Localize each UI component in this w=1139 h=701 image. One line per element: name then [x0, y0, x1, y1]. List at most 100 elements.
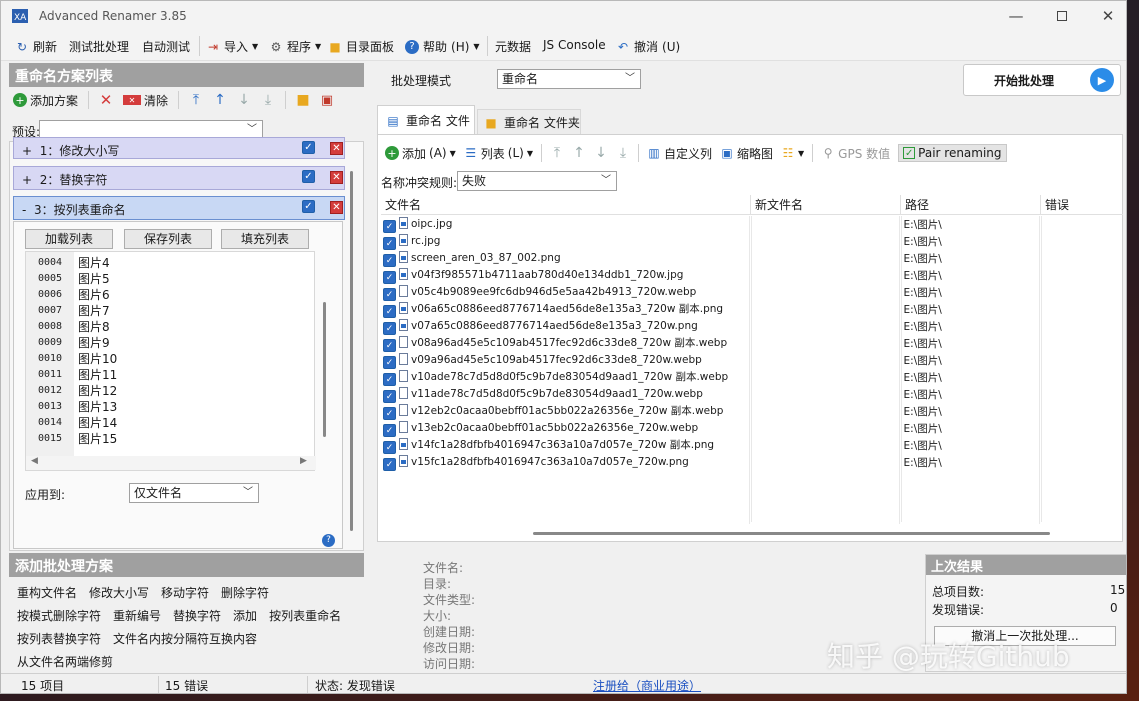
row-checkbox[interactable]: ✓: [383, 236, 396, 250]
delete-method-icon[interactable]: ✕: [99, 91, 113, 109]
column-header-newname[interactable]: 新文件名: [751, 195, 901, 215]
list-item[interactable]: 0010 图片10: [26, 350, 306, 366]
column-header-path[interactable]: 路径: [901, 195, 1041, 215]
list-item[interactable]: 0011 图片11: [26, 366, 306, 382]
method-remove-icon[interactable]: ✕: [330, 201, 343, 214]
maximize-button[interactable]: [1039, 1, 1085, 31]
program-menu[interactable]: ⚙ 程序 ▼: [269, 38, 322, 55]
horizontal-scrollbar[interactable]: ◀ ▶: [26, 456, 316, 470]
table-row[interactable]: ✓ v14fc1a28dfbfb4016947c363a10a7d057e_720…: [381, 437, 1123, 454]
help-icon[interactable]: ?: [322, 534, 335, 547]
add-method-link[interactable]: 重构文件名: [17, 584, 77, 601]
tab-rename-files[interactable]: ▤ 重命名 文件: [377, 105, 475, 135]
table-row[interactable]: ✓ oipc.jpg E:\图片\: [381, 216, 1123, 233]
table-row[interactable]: ✓ v10ade78c7d5d8d0f5c9b7de83054d9aad1_720…: [381, 369, 1123, 386]
row-checkbox[interactable]: ✓: [383, 407, 396, 420]
row-checkbox[interactable]: ✓: [383, 305, 396, 318]
list-item[interactable]: 0004 图片4: [26, 254, 306, 270]
move-top-icon[interactable]: ⤒: [550, 145, 564, 161]
fill-list-button[interactable]: 填充列表: [221, 229, 309, 249]
row-checkbox[interactable]: ✓: [383, 287, 396, 301]
move-up-icon[interactable]: ↑: [213, 92, 227, 108]
save-icon[interactable]: ▣: [320, 93, 334, 108]
view-mode-menu[interactable]: ☷ ▼: [781, 146, 805, 160]
start-batch-button[interactable]: 开始批处理 ▶: [963, 64, 1121, 96]
columns-menu[interactable]: ☰ 列表 (L) ▼: [464, 145, 533, 162]
row-checkbox[interactable]: ✓: [383, 321, 396, 335]
add-method-link[interactable]: 按列表重命名: [269, 607, 341, 624]
method-item-replace[interactable]: + 2：替换字符 ✓ ✕: [13, 166, 345, 190]
scrollbar-thumb[interactable]: [323, 302, 326, 437]
move-bottom-icon[interactable]: ⤓: [261, 92, 275, 108]
list-item[interactable]: 0014 图片14: [26, 414, 306, 430]
batch-mode-select[interactable]: 重命名 ﹀: [497, 69, 641, 89]
list-item[interactable]: 0008 图片8: [26, 318, 306, 334]
list-item[interactable]: 0012 图片12: [26, 382, 306, 398]
row-checkbox[interactable]: ✓: [383, 355, 396, 369]
method-remove-icon[interactable]: ✕: [330, 171, 343, 184]
row-checkbox[interactable]: ✓: [383, 423, 396, 437]
column-header-error[interactable]: 错误: [1041, 195, 1123, 215]
row-checkbox[interactable]: ✓: [383, 373, 396, 386]
table-row[interactable]: ✓ screen_aren_03_87_002.png E:\图片\: [381, 250, 1123, 267]
open-folder-icon[interactable]: ■: [296, 92, 310, 108]
refresh-button[interactable]: ↻ 刷新: [15, 38, 57, 55]
register-link[interactable]: 注册给（商业用途）: [593, 677, 701, 693]
metadata-button[interactable]: 元数据: [495, 38, 531, 55]
table-row[interactable]: ✓ v04f3f985571b4711aab780d40e134ddb1_720w…: [381, 267, 1123, 284]
help-menu[interactable]: ? 帮助 (H) ▼: [405, 38, 480, 55]
row-checkbox[interactable]: ✓: [383, 441, 396, 454]
list-item[interactable]: 0006 图片6: [26, 286, 306, 302]
add-method-link[interactable]: 移动字符: [161, 584, 209, 601]
table-row[interactable]: ✓ v13eb2c0acaa0bebff01ac5bb022a26356e_720…: [381, 420, 1123, 437]
test-batch-button[interactable]: 测试批处理: [69, 38, 129, 55]
add-files-menu[interactable]: + 添加 (A) ▼: [385, 145, 456, 162]
row-checkbox[interactable]: ✓: [383, 339, 396, 352]
move-up-icon[interactable]: ↑: [572, 145, 586, 161]
conflict-rule-select[interactable]: 失败 ﹀: [457, 171, 617, 191]
add-method-link[interactable]: 添加: [233, 607, 257, 624]
import-menu[interactable]: ⇥ 导入 ▼: [206, 38, 258, 55]
table-row[interactable]: ✓ rc.jpg E:\图片\: [381, 233, 1123, 250]
add-method-link[interactable]: 按列表替换字符: [17, 630, 101, 647]
add-method-button[interactable]: + 添加方案: [13, 92, 78, 109]
names-list-box[interactable]: 0004 图片4 0005 图片5 0006 图片6 0007 图片7 0008 图片8 0009 图…: [25, 251, 332, 471]
tab-rename-folders[interactable]: ■ 重命名 文件夹: [477, 109, 581, 135]
row-checkbox[interactable]: ✓: [383, 270, 396, 284]
move-bottom-icon[interactable]: ⤓: [616, 145, 630, 161]
scroll-right-icon[interactable]: ▶: [300, 456, 307, 466]
scroll-left-icon[interactable]: ◀: [31, 456, 38, 466]
minimize-button[interactable]: —: [993, 1, 1039, 31]
gps-button[interactable]: ⚲ GPS 数值: [821, 145, 890, 162]
add-method-link[interactable]: 替换字符: [173, 607, 221, 624]
row-checkbox[interactable]: ✓: [383, 253, 396, 267]
auto-test-button[interactable]: 自动测试: [142, 38, 190, 55]
column-header-filename[interactable]: 文件名: [381, 195, 751, 215]
add-method-link[interactable]: 修改大小写: [89, 584, 149, 601]
table-row[interactable]: ✓ v08a96ad45e5c109ab4517fec92d6c33de8_720…: [381, 335, 1123, 352]
clear-button[interactable]: ✕ 清除: [123, 92, 168, 109]
files-horizontal-scrollbar[interactable]: [383, 529, 1123, 537]
add-method-link[interactable]: 从文件名两端修剪: [17, 653, 113, 670]
row-checkbox[interactable]: ✓: [383, 219, 396, 233]
method-item-rename-by-list[interactable]: - 3：按列表重命名 ✓ ✕: [13, 196, 345, 220]
thumbnails-button[interactable]: ▣ 缩略图: [720, 145, 773, 162]
apply-to-select[interactable]: 仅文件名 ﹀: [129, 483, 259, 503]
table-row[interactable]: ✓ v06a65c0886eed8776714aed56de8e135a3_720…: [381, 301, 1123, 318]
table-row[interactable]: ✓ v07a65c0886eed8776714aed56de8e135a3_720…: [381, 318, 1123, 335]
move-down-icon[interactable]: ↓: [594, 145, 608, 161]
table-row[interactable]: ✓ v15fc1a28dfbfb4016947c363a10a7d057e_720…: [381, 454, 1123, 471]
vertical-scrollbar[interactable]: [320, 252, 332, 456]
undo-button[interactable]: ↶ 撤消 (U): [616, 38, 680, 55]
method-item-change-case[interactable]: + 1：修改大小写 ✓ ✕: [13, 137, 345, 159]
methods-scrollbar[interactable]: [349, 166, 355, 536]
list-item[interactable]: 0015 图片15: [26, 430, 306, 446]
row-checkbox[interactable]: ✓: [383, 389, 396, 403]
row-checkbox[interactable]: ✓: [383, 457, 396, 471]
add-method-link[interactable]: 删除字符: [221, 584, 269, 601]
scrollbar-thumb[interactable]: [533, 532, 1050, 535]
method-enable-checkbox[interactable]: ✓: [302, 141, 315, 154]
list-item[interactable]: 0013 图片13: [26, 398, 306, 414]
table-row[interactable]: ✓ v12eb2c0acaa0bebff01ac5bb022a26356e_720…: [381, 403, 1123, 420]
scrollbar-thumb[interactable]: [350, 171, 353, 531]
